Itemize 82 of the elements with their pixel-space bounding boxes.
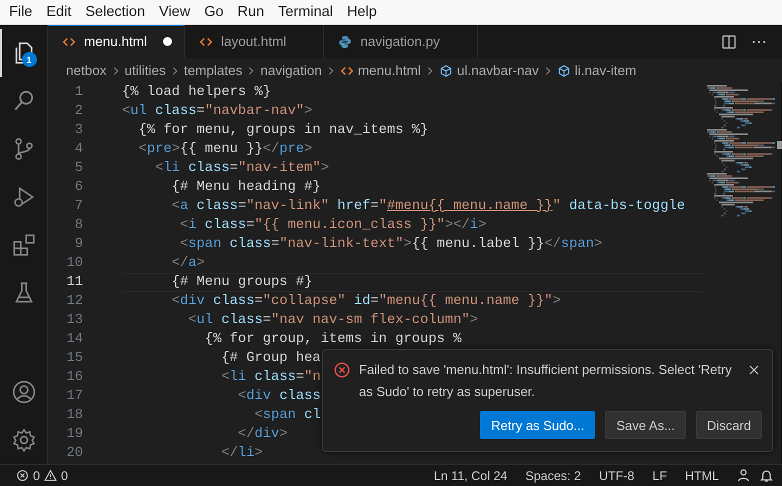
line-number: 8 xyxy=(74,218,83,233)
line-number: 15 xyxy=(65,351,83,366)
code-line: <span cl xyxy=(253,407,321,425)
scrollbar-thumb[interactable] xyxy=(777,141,782,149)
breadcrumb-item[interactable]: netbox xyxy=(66,63,107,78)
error-count[interactable]: 0 xyxy=(33,468,40,482)
line-number: 6 xyxy=(74,180,83,195)
line-number: 4 xyxy=(74,142,83,157)
count-badge: 1 xyxy=(22,52,36,67)
error-icon xyxy=(333,361,351,379)
line-number: 19 xyxy=(65,427,83,442)
line-number: 1 xyxy=(74,85,83,100)
menu-item[interactable]: Run xyxy=(230,4,272,20)
menu-item[interactable]: Terminal xyxy=(271,4,340,20)
breadcrumb-item[interactable]: templates xyxy=(184,63,242,78)
menu-item[interactable]: Help xyxy=(340,4,384,20)
line-number: 10 xyxy=(65,256,83,271)
code-line: </div> xyxy=(236,426,288,444)
code-line: {# Menu groups #} xyxy=(170,274,312,292)
menu-item[interactable]: File xyxy=(2,4,40,20)
editor-tab[interactable]: menu.html xyxy=(48,25,186,58)
code-line: {% for group, items in groups % xyxy=(204,331,462,349)
notification-button[interactable]: Save As... xyxy=(605,411,686,439)
python-icon xyxy=(338,34,352,48)
line-number: 16 xyxy=(65,370,83,385)
warning-icon xyxy=(44,469,57,482)
account-icon[interactable] xyxy=(736,468,751,483)
code-line: <pre>{{ menu }}</pre> xyxy=(138,141,312,159)
cube-icon xyxy=(438,64,453,78)
status-item[interactable]: HTML xyxy=(676,468,728,482)
line-number: 18 xyxy=(65,408,83,423)
breadcrumb-item[interactable]: utilities xyxy=(124,63,166,78)
code-line: <li class="nav-item"> xyxy=(154,160,330,178)
line-number: 9 xyxy=(74,237,83,252)
menu-item[interactable]: View xyxy=(152,4,198,20)
notification-button[interactable]: Discard xyxy=(696,411,762,439)
status-item[interactable]: UTF-8 xyxy=(590,468,644,482)
status-item[interactable]: Ln 11, Col 24 xyxy=(424,468,516,482)
extensions-icon[interactable] xyxy=(10,232,36,258)
status-item[interactable]: LF xyxy=(643,468,676,482)
account-icon[interactable] xyxy=(10,379,36,405)
split-editor-icon[interactable] xyxy=(720,32,738,50)
error-icon xyxy=(16,469,29,482)
code-line: <i class="{{ menu.icon_class }}"></i> xyxy=(178,217,486,235)
line-number: 7 xyxy=(74,199,83,214)
menu-item[interactable]: Go xyxy=(197,4,231,20)
breadcrumb-item[interactable]: ul.navbar-nav xyxy=(456,63,539,78)
warning-count[interactable]: 0 xyxy=(60,468,68,482)
modified-dot xyxy=(163,37,172,46)
line-number: 2 xyxy=(74,104,83,119)
code-line: {# Menu heading #} xyxy=(170,179,321,197)
breadcrumb-item[interactable]: li.nav-item xyxy=(574,63,636,78)
code-line: <div class xyxy=(236,388,321,406)
breadcrumb-item[interactable]: navigation xyxy=(260,63,322,78)
code-line: {% for menu, groups in nav_items %} xyxy=(138,122,428,140)
notification-button[interactable]: Retry as Sudo... xyxy=(480,411,596,439)
line-number: 13 xyxy=(65,313,83,328)
notification-message: Failed to save 'menu.html': Insufficient permissions. Select 'Retry as Sudo' to retry as superuser. xyxy=(359,361,733,401)
line-number: 17 xyxy=(65,389,83,404)
bell-icon[interactable] xyxy=(759,468,774,483)
code-line: <li class="n xyxy=(220,369,321,387)
menu-item[interactable]: Selection xyxy=(78,4,152,20)
code-line: {# Group hea xyxy=(220,350,321,368)
breadcrumb-item[interactable]: menu.html xyxy=(358,63,421,78)
line-number: 5 xyxy=(74,161,83,176)
line-number: 3 xyxy=(74,123,83,138)
code-line: <ul class="nav nav-sm flex-column"> xyxy=(187,312,478,330)
code-line: <ul class="navbar-nav"> xyxy=(122,103,312,121)
settings-icon[interactable] xyxy=(10,427,36,453)
code-line: <div class="collapse" id="menu{{ menu.name }}"> xyxy=(170,293,561,311)
code-line: </a> xyxy=(170,255,205,273)
code-line: <span class="nav-link-text">{{ menu.label }}</span> xyxy=(178,236,602,254)
cube-icon xyxy=(556,64,571,78)
line-number: 14 xyxy=(65,332,83,347)
line-number: 11 xyxy=(65,275,83,290)
code-line: {% load helpers %} xyxy=(122,84,272,102)
menu-item[interactable]: Edit xyxy=(39,4,78,20)
status-item[interactable]: Spaces: 2 xyxy=(516,468,590,482)
line-number: 12 xyxy=(65,294,83,309)
code-line: <a class="nav-link" href="#menu{{ menu.name }}" data-bs-toggle xyxy=(170,198,686,216)
code-line: </li> xyxy=(220,445,263,463)
line-number: 20 xyxy=(65,446,83,461)
